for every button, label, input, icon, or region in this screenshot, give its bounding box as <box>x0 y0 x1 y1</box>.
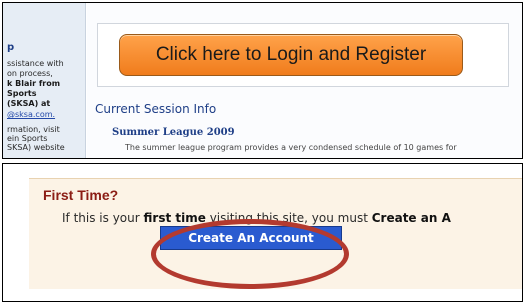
main-content: Click here to Login and Register Current… <box>87 3 522 158</box>
top-screenshot-crop: p ssistance with on process, k Blair from Sp… <box>2 2 523 159</box>
bottom-screenshot-crop: First Time? If this is your first time v… <box>2 163 523 302</box>
sidebar-text-line[interactable]: @sksa.com. <box>7 110 55 119</box>
create-account-button[interactable]: Create An Account <box>160 226 342 250</box>
sidebar-text-line: SKSA) website <box>7 143 65 152</box>
first-time-text-prefix: If this is your <box>62 211 144 225</box>
login-box: Click here to Login and Register <box>97 23 509 87</box>
sidebar-text-line: p <box>7 42 15 53</box>
first-time-text-middle: visiting this site, you must <box>205 211 372 225</box>
current-session-heading: Current Session Info <box>95 102 217 116</box>
sidebar: p ssistance with on process, k Blair from Sp… <box>3 3 86 158</box>
summer-league-link[interactable]: Summer League 2009 <box>112 127 235 138</box>
first-time-text-bold: first time <box>143 211 206 225</box>
sidebar-text-line: Sports <box>7 89 37 98</box>
sidebar-text-line: ein Sports <box>7 134 48 143</box>
sidebar-text-line: (SKSA) at <box>7 99 51 108</box>
first-time-text: If this is your first time visiting this… <box>62 211 451 225</box>
sidebar-text-line: rmation, visit <box>7 125 60 134</box>
sidebar-text-line: k Blair from <box>7 79 61 88</box>
first-time-title: First Time? <box>43 187 119 203</box>
login-register-button[interactable]: Click here to Login and Register <box>119 34 463 76</box>
sidebar-text-line: on process, <box>7 69 53 78</box>
sidebar-text-line: ssistance with <box>7 59 64 68</box>
create-account-text-bold: Create an A <box>371 211 451 225</box>
league-description: The summer league program provides a ver… <box>125 143 457 152</box>
